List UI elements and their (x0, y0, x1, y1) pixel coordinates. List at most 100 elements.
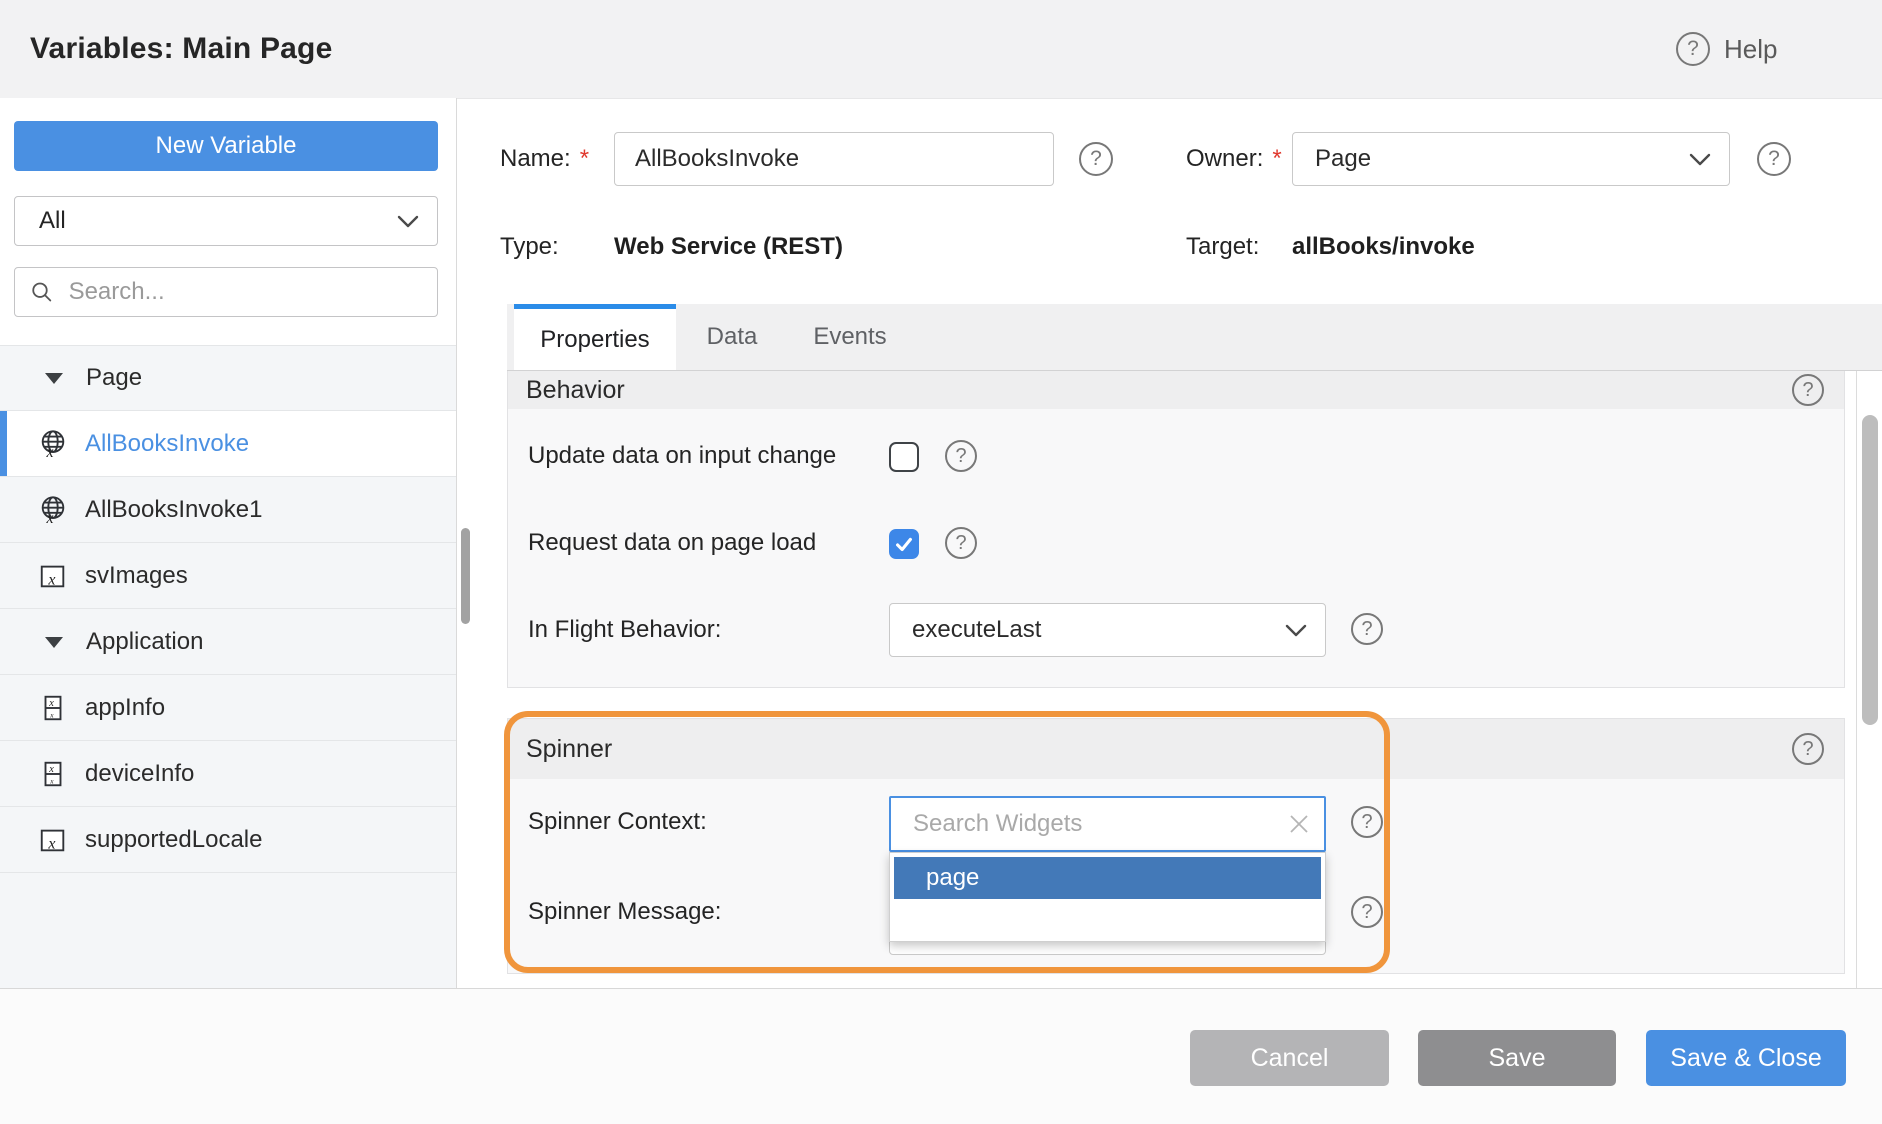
object-variable-icon: x x (38, 759, 68, 789)
in-flight-selected-value: executeLast (912, 616, 1041, 644)
sidebar-item-svimages[interactable]: x svImages (0, 543, 456, 609)
variable-label: supportedLocale (85, 826, 262, 854)
type-label: Type: (500, 228, 559, 266)
sidebar-group-application[interactable]: Application (0, 609, 456, 675)
dropdown-option-page[interactable]: page (894, 857, 1321, 899)
cancel-button[interactable]: Cancel (1190, 1030, 1389, 1086)
update-on-input-label: Update data on input change (528, 441, 836, 471)
type-value: Web Service (REST) (614, 228, 843, 266)
save-button[interactable]: Save (1418, 1030, 1616, 1086)
required-asterisk: * (1272, 145, 1281, 173)
save-and-close-button[interactable]: Save & Close (1646, 1030, 1846, 1086)
dropdown-option-blank[interactable] (894, 899, 1321, 937)
spinner-context-input[interactable] (911, 809, 1288, 839)
svg-text:x: x (48, 764, 54, 775)
spinner-context-combobox[interactable] (889, 796, 1326, 852)
variable-label: deviceInfo (85, 760, 194, 788)
svg-text:x: x (47, 571, 55, 588)
spinner-message-help-icon[interactable]: ? (1351, 896, 1383, 928)
update-on-input-help-icon[interactable]: ? (945, 440, 977, 472)
name-help-icon[interactable]: ? (1079, 142, 1113, 176)
filter-selected-value: All (39, 207, 66, 235)
owner-selected-value: Page (1315, 145, 1371, 173)
behavior-section-header: Behavior ? (508, 371, 1844, 409)
variables-sidebar: New Variable All Page (0, 98, 457, 988)
owner-label: Owner:* (1186, 132, 1282, 186)
in-flight-help-icon[interactable]: ? (1351, 613, 1383, 645)
svg-text:x: x (49, 776, 54, 785)
tab-data[interactable]: Data (676, 304, 788, 370)
tab-bar: Properties Data Events (507, 304, 1882, 371)
search-input[interactable] (67, 277, 421, 307)
web-service-variable-icon: x (38, 495, 68, 525)
sidebar-item-supportedlocale[interactable]: x supportedLocale (0, 807, 456, 873)
tab-events[interactable]: Events (788, 304, 912, 370)
spinner-context-help-icon[interactable]: ? (1351, 806, 1383, 838)
sidebar-item-allbooksinvoke[interactable]: x AllBooksInvoke (0, 411, 456, 477)
page-title: Variables: Main Page (30, 0, 332, 98)
help-question-icon: ? (1676, 32, 1710, 66)
collapse-triangle-icon (44, 371, 64, 385)
variable-filter-select[interactable]: All (14, 196, 438, 246)
required-asterisk: * (580, 145, 589, 173)
name-label: Name:* (500, 132, 589, 186)
chevron-down-icon (397, 215, 419, 228)
web-service-variable-icon: x (38, 429, 68, 459)
target-value: allBooks/invoke (1292, 228, 1475, 266)
behavior-help-icon[interactable]: ? (1792, 374, 1824, 406)
tab-properties[interactable]: Properties (514, 304, 676, 370)
svg-text:x: x (45, 444, 53, 459)
svg-text:x: x (47, 835, 55, 852)
request-on-load-label: Request data on page load (528, 528, 816, 558)
svg-text:x: x (49, 710, 54, 719)
variables-dialog: Variables: Main Page ? Help New Variable… (0, 0, 1882, 1124)
update-on-input-checkbox[interactable] (889, 442, 919, 472)
help-button[interactable]: ? Help (1676, 0, 1777, 98)
chevron-down-icon (1285, 624, 1307, 637)
chevron-down-icon (1689, 153, 1711, 166)
sidebar-item-deviceinfo[interactable]: x x deviceInfo (0, 741, 456, 807)
sidebar-scrollbar-thumb[interactable] (461, 528, 470, 624)
sidebar-item-allbooksinvoke1[interactable]: x AllBooksInvoke1 (0, 477, 456, 543)
checkmark-icon (893, 533, 915, 555)
spinner-section-header: Spinner ? (508, 719, 1844, 779)
clear-icon[interactable] (1288, 813, 1310, 835)
request-on-load-checkbox[interactable] (889, 529, 919, 559)
content-scrollbar-thumb[interactable] (1862, 415, 1878, 725)
group-label: Page (86, 364, 142, 392)
owner-help-icon[interactable]: ? (1757, 142, 1791, 176)
request-on-load-help-icon[interactable]: ? (945, 527, 977, 559)
variable-label: AllBooksInvoke1 (85, 496, 262, 524)
in-flight-select[interactable]: executeLast (889, 603, 1326, 657)
variable-label: svImages (85, 562, 188, 590)
owner-select[interactable]: Page (1292, 132, 1730, 186)
collapse-triangle-icon (44, 635, 64, 649)
simple-variable-icon: x (38, 561, 68, 591)
sidebar-item-appinfo[interactable]: x x appInfo (0, 675, 456, 741)
sidebar-group-page[interactable]: Page (0, 345, 456, 411)
spinner-help-icon[interactable]: ? (1792, 733, 1824, 765)
dialog-footer: Cancel Save Save & Close (0, 988, 1882, 1124)
search-icon (31, 280, 53, 304)
help-label: Help (1724, 34, 1777, 65)
behavior-section: Behavior ? Update data on input change ?… (507, 371, 1845, 688)
simple-variable-icon: x (38, 825, 68, 855)
in-flight-label: In Flight Behavior: (528, 615, 721, 645)
name-input[interactable] (614, 132, 1054, 186)
object-variable-icon: x x (38, 693, 68, 723)
variable-label: appInfo (85, 694, 165, 722)
svg-text:x: x (48, 698, 54, 709)
spinner-context-label: Spinner Context: (528, 807, 707, 837)
spinner-message-label: Spinner Message: (528, 897, 721, 927)
new-variable-button[interactable]: New Variable (14, 121, 438, 171)
variable-label: AllBooksInvoke (85, 430, 249, 458)
target-label: Target: (1186, 228, 1259, 266)
behavior-title: Behavior (526, 376, 625, 405)
variables-list: Page x AllBooksInvoke (0, 345, 456, 988)
sidebar-search (14, 267, 438, 317)
svg-text:x: x (45, 510, 53, 525)
spinner-context-dropdown: page (889, 852, 1326, 942)
content-scrollbar-track (1856, 371, 1857, 988)
group-label: Application (86, 628, 203, 656)
spinner-title: Spinner (526, 735, 612, 764)
